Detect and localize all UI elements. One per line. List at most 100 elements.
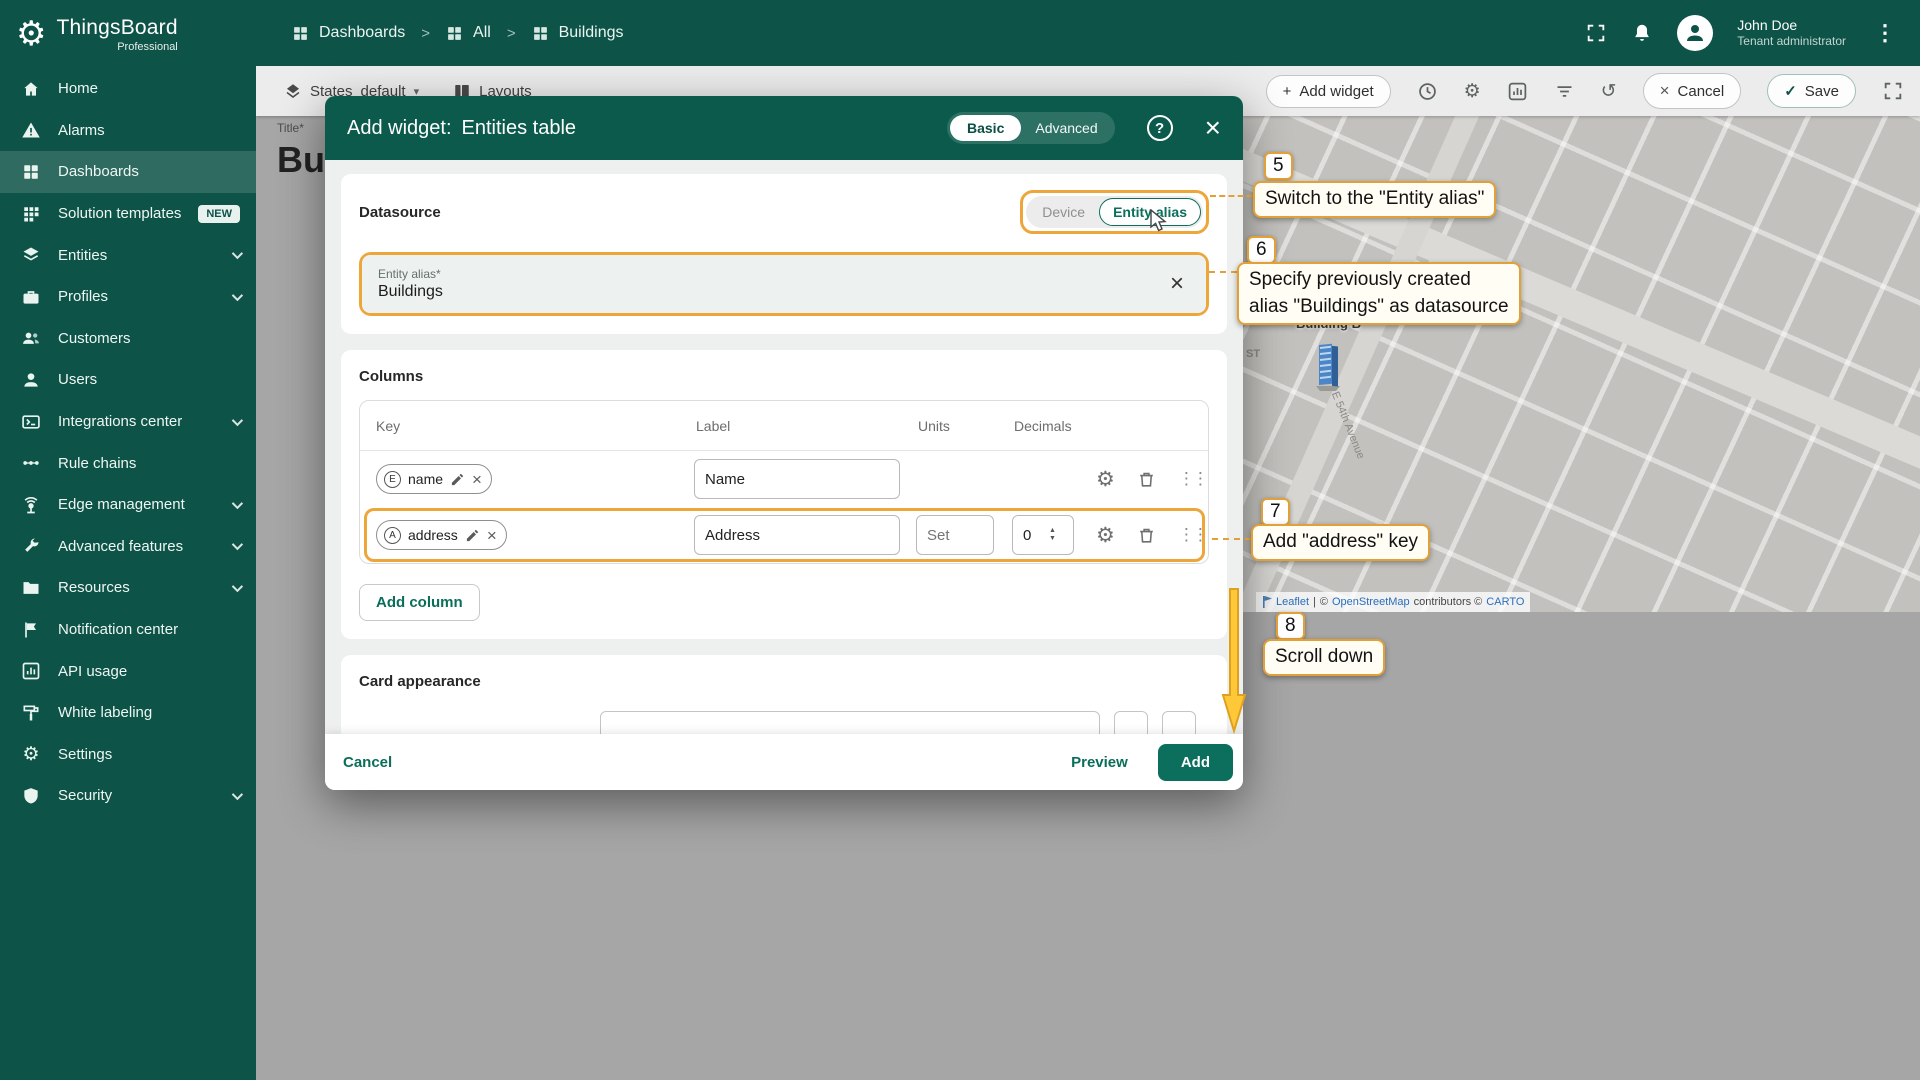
mode-basic-button[interactable]: Basic <box>950 115 1022 141</box>
column-label-input[interactable] <box>694 515 900 555</box>
datasource-type-device[interactable]: Device <box>1028 198 1099 226</box>
spinner-down-icon[interactable]: ▼ <box>1049 535 1056 543</box>
spinner-up-icon[interactable]: ▲ <box>1049 527 1056 535</box>
sidebar-item-advanced-features[interactable]: Advanced features <box>0 526 256 568</box>
sidebar-item-api-usage[interactable]: API usage <box>0 650 256 692</box>
save-dashboard-button[interactable]: ✓ Save <box>1767 74 1856 108</box>
entity-aliases-icon[interactable] <box>1507 81 1528 102</box>
key-chip-name[interactable]: E name × <box>376 464 492 494</box>
chevron-down-icon <box>231 788 244 801</box>
leaflet-flag-icon <box>1263 596 1272 608</box>
map-street-label-st: ST <box>1246 348 1261 360</box>
dialog-footer: Cancel Preview Add <box>325 734 1243 790</box>
breadcrumb-separator: > <box>506 24 516 42</box>
breadcrumb-buildings[interactable]: Buildings <box>532 24 624 42</box>
annotation-connector <box>1210 195 1253 197</box>
breadcrumb-dashboards[interactable]: Dashboards <box>292 24 405 42</box>
add-widget-button[interactable]: + Add widget <box>1265 74 1391 108</box>
user-info: John Doe Tenant administrator <box>1737 17 1846 50</box>
dialog-cancel-button[interactable]: Cancel <box>343 754 392 771</box>
sidebar-item-alarms[interactable]: Alarms <box>0 110 256 152</box>
version-history-icon[interactable]: ↺ <box>1601 82 1617 101</box>
dialog-close-icon[interactable]: × <box>1205 114 1221 142</box>
cancel-edit-button[interactable]: × Cancel <box>1642 73 1742 109</box>
app-logo[interactable]: ⚙ ThingsBoard Professional <box>0 0 256 66</box>
mode-advanced-button[interactable]: Advanced <box>1021 115 1111 141</box>
key-chip-address[interactable]: A address × <box>376 520 507 550</box>
breadcrumb-separator: > <box>421 24 431 42</box>
key-type-icon: E <box>384 470 401 488</box>
sidebar-item-dashboards[interactable]: Dashboards <box>0 151 256 193</box>
filters-icon[interactable] <box>1554 81 1575 102</box>
toolbar-fullscreen-icon[interactable] <box>1882 80 1904 102</box>
column-units-input[interactable] <box>916 515 994 555</box>
edit-key-icon[interactable] <box>465 528 480 543</box>
map-attribution: Leaflet | © OpenStreetMap contributors ©… <box>1256 592 1531 612</box>
sidebar-item-edge-management[interactable]: Edge management <box>0 484 256 526</box>
remove-key-icon[interactable]: × <box>472 471 482 488</box>
states-icon <box>286 84 300 98</box>
leaflet-link[interactable]: Leaflet <box>1276 596 1309 608</box>
sidebar-item-integrations-center[interactable]: Integrations center <box>0 401 256 443</box>
brand-subtitle: Professional <box>117 40 178 53</box>
sidebar-item-white-labeling[interactable]: White labeling <box>0 692 256 734</box>
user-name: John Doe <box>1737 16 1798 33</box>
column-label-input[interactable] <box>694 459 900 499</box>
add-button[interactable]: Add <box>1157 743 1233 781</box>
sidebar-item-users[interactable]: Users <box>0 359 256 401</box>
annotation-6-callout: Specify previously created alias "Buildi… <box>1237 262 1521 326</box>
carto-link[interactable]: CARTO <box>1486 596 1524 608</box>
annotation-5-callout: Switch to the "Entity alias" <box>1253 181 1497 218</box>
users-icon <box>20 369 42 391</box>
entity-alias-field[interactable]: Entity alias* × <box>362 255 1206 313</box>
notification-flag-icon <box>20 619 42 641</box>
annotation-7-number: 7 <box>1261 498 1290 526</box>
sidebar-item-notification-center[interactable]: Notification center <box>0 609 256 651</box>
notifications-bell-icon[interactable] <box>1631 22 1653 44</box>
add-column-button[interactable]: Add column <box>359 584 480 621</box>
add-widget-dialog: Add widget: Entities table Basic Advance… <box>325 96 1243 790</box>
user-role: Tenant administrator <box>1737 34 1846 49</box>
sidebar-item-entities[interactable]: Entities <box>0 234 256 276</box>
drag-handle-icon[interactable]: ⋮⋮ <box>1178 469 1212 489</box>
clear-alias-icon[interactable]: × <box>1164 270 1190 298</box>
breadcrumb-grid-icon <box>294 26 307 40</box>
fullscreen-icon[interactable] <box>1585 22 1607 44</box>
preview-button[interactable]: Preview <box>1071 754 1128 771</box>
column-settings-gear-icon[interactable]: ⚙ <box>1096 523 1115 548</box>
kebab-menu-icon[interactable]: ⋮ <box>1870 20 1900 46</box>
chevron-down-icon <box>231 539 244 551</box>
sidebar-item-customers[interactable]: Customers <box>0 318 256 360</box>
dialog-title: Entities table <box>461 116 577 139</box>
avatar[interactable] <box>1677 15 1714 51</box>
datasource-section: Datasource Device Entity alias Entity al… <box>341 174 1227 334</box>
osm-link[interactable]: OpenStreetMap <box>1332 596 1410 608</box>
sidebar-item-home[interactable]: Home <box>0 68 256 110</box>
sidebar-item-settings[interactable]: ⚙ Settings <box>0 734 256 776</box>
remove-key-icon[interactable]: × <box>487 527 497 544</box>
sidebar-item-security[interactable]: Security <box>0 775 256 817</box>
annotation-8-number: 8 <box>1276 612 1305 640</box>
column-settings-gear-icon[interactable]: ⚙ <box>1096 467 1115 492</box>
columns-table: Key Label Units Decimals E name × Name ⚙… <box>359 400 1209 564</box>
sidebar-item-rule-chains[interactable]: Rule chains <box>0 442 256 484</box>
plus-icon: + <box>1282 82 1292 100</box>
breadcrumb-all[interactable]: All <box>446 24 491 42</box>
settings-gear-icon: ⚙ <box>22 743 40 765</box>
sidebar-item-solution-templates[interactable]: Solution templates NEW <box>0 193 256 235</box>
column-decimals-stepper[interactable]: ▲ ▼ <box>1012 515 1074 555</box>
help-icon[interactable]: ? <box>1146 115 1173 141</box>
edit-key-icon[interactable] <box>450 472 465 487</box>
decimals-input[interactable] <box>1021 525 1049 545</box>
time-window-icon[interactable] <box>1417 81 1438 102</box>
delete-column-trash-icon[interactable] <box>1137 526 1156 545</box>
delete-column-trash-icon[interactable] <box>1137 470 1156 489</box>
dashboard-settings-gear-icon[interactable]: ⚙ <box>1464 82 1481 101</box>
sidebar-item-profiles[interactable]: Profiles <box>0 276 256 318</box>
chevron-down-icon <box>231 414 244 426</box>
entity-alias-input[interactable] <box>378 283 1164 301</box>
datasource-section-title: Datasource <box>359 203 441 221</box>
drag-handle-icon[interactable]: ⋮⋮ <box>1178 525 1212 545</box>
sidebar-item-resources[interactable]: Resources <box>0 567 256 609</box>
resources-folder-icon <box>20 577 42 599</box>
